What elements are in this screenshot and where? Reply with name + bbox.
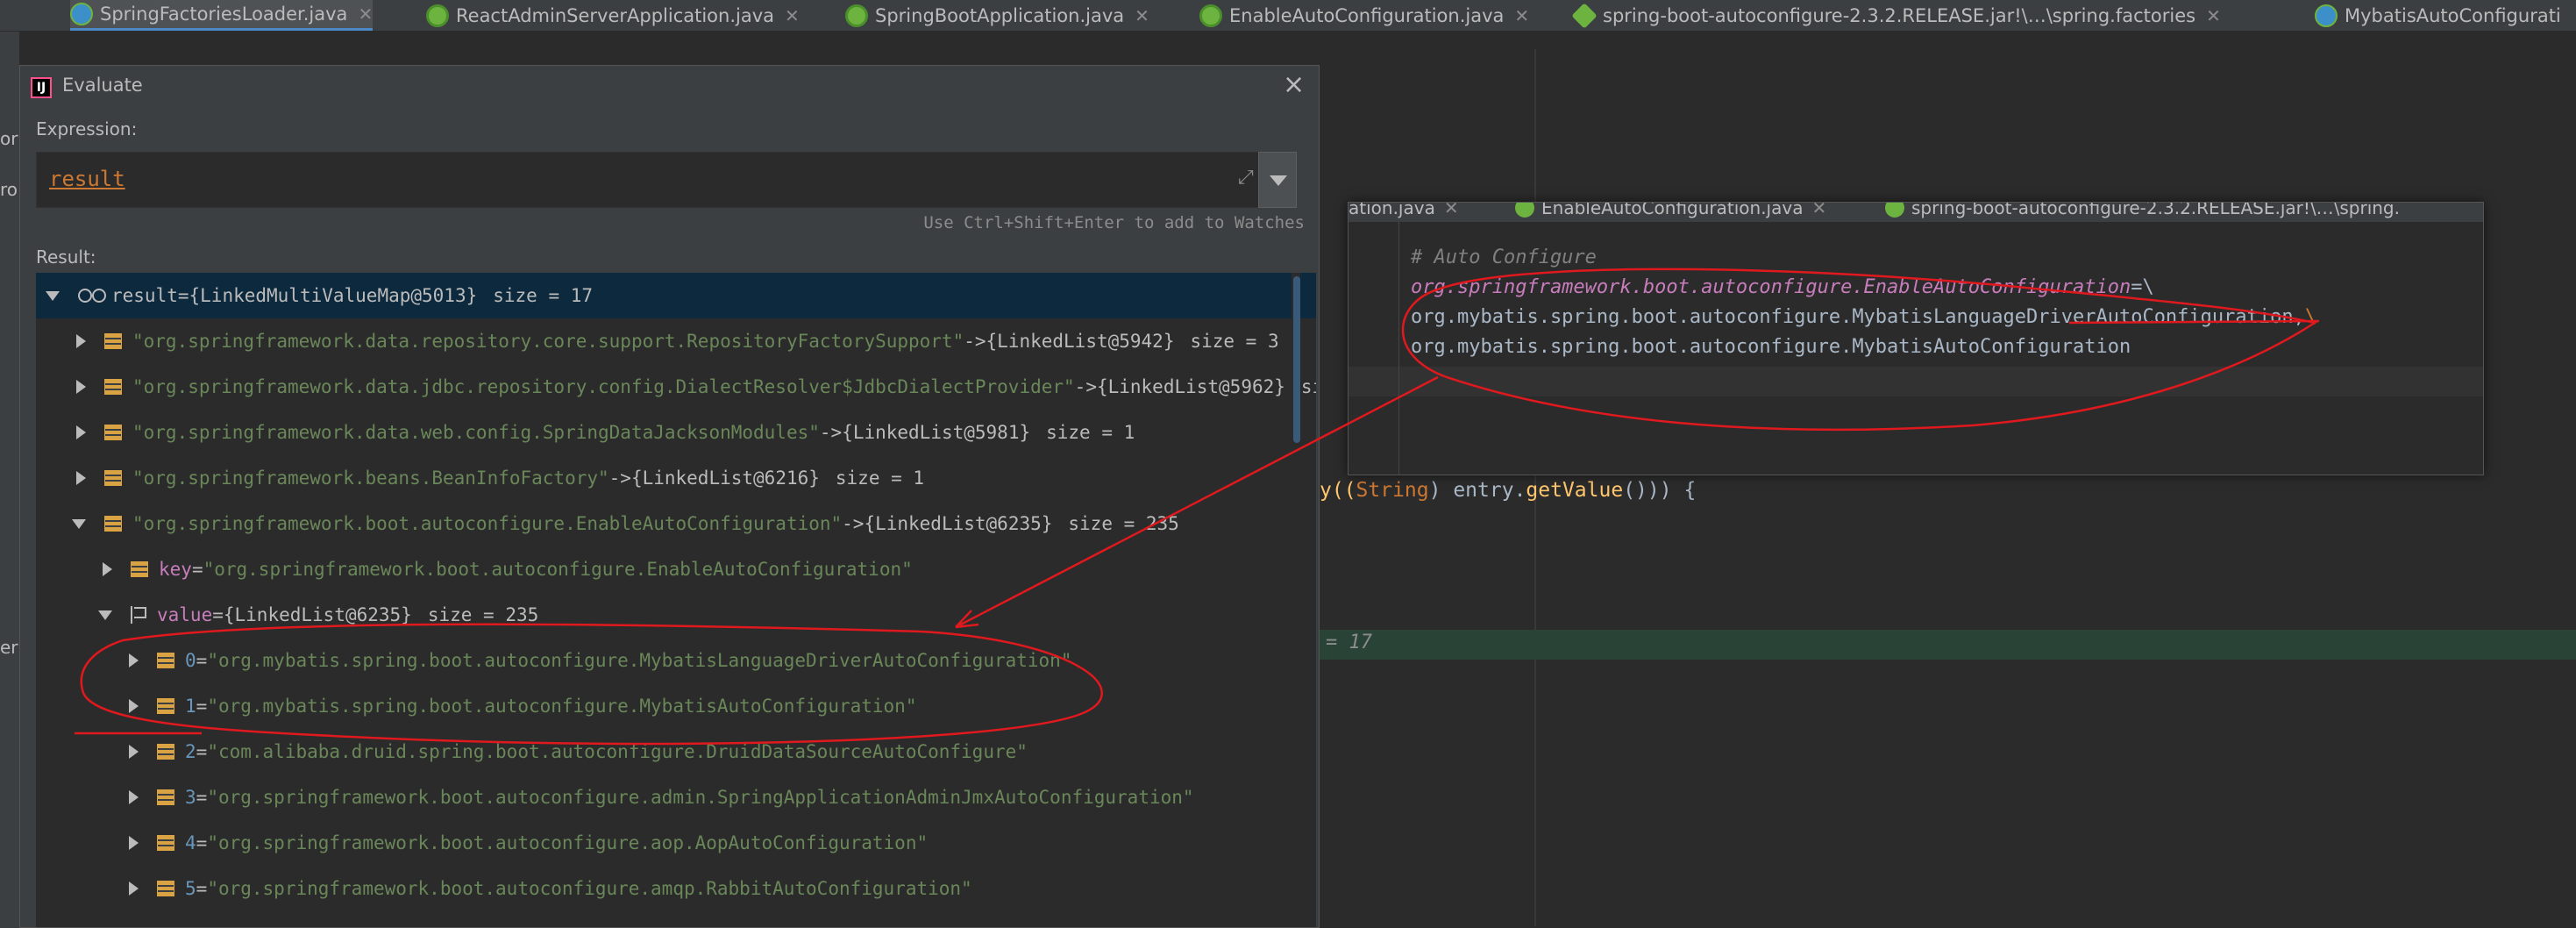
list-item[interactable]: 4 = "org.springframework.boot.autoconfig… (36, 820, 1316, 866)
expand-arrow-icon[interactable] (71, 378, 89, 396)
dialog-title: Evaluate (62, 75, 143, 96)
spring-boot-icon (426, 4, 449, 27)
editor-tab-bar: SpringFactoriesLoader.java ✕ ReactAdminS… (0, 0, 2576, 32)
expand-arrow-icon[interactable] (124, 743, 141, 760)
expand-arrow-icon[interactable] (71, 424, 89, 441)
jar-icon (1885, 203, 1904, 218)
tab-spring-boot-application[interactable]: SpringBootApplication.java ✕ (845, 0, 1149, 31)
strip-label: ro (0, 179, 18, 200)
spring-boot-icon (1199, 4, 1222, 27)
current-line-highlight (1348, 367, 2483, 396)
expression-input[interactable]: result ⤢ (36, 152, 1276, 208)
expand-arrow-icon[interactable] (71, 515, 89, 532)
strip-label: er (0, 637, 18, 658)
history-dropdown-button[interactable] (1258, 152, 1297, 208)
close-icon[interactable]: ✕ (785, 5, 800, 26)
inline-debug-value: = 17 (1326, 632, 1372, 653)
flag-icon (131, 606, 146, 624)
field-icon (104, 333, 122, 349)
list-item[interactable]: 2 = "com.alibaba.druid.spring.boot.autoc… (36, 729, 1316, 775)
expression-text[interactable]: result (49, 167, 125, 191)
tab-react-admin-server-application[interactable]: ReactAdminServerApplication.java ✕ (426, 0, 800, 31)
gutter-line (1398, 222, 1399, 475)
spring-boot-icon (1515, 203, 1534, 218)
expand-arrow-icon[interactable] (124, 789, 141, 806)
execution-point-line (1320, 630, 2576, 660)
jar-icon (1571, 3, 1598, 29)
field-icon (157, 881, 174, 896)
result-tree[interactable]: result = {LinkedMultiValueMap@5013} size … (36, 273, 1316, 927)
tree-row[interactable]: "org.springframework.data.jdbc.repositor… (36, 364, 1316, 410)
class-icon (70, 3, 93, 25)
dialog-title-bar[interactable]: IJ Evaluate × (20, 66, 1319, 110)
tab-enable-auto-configuration[interactable]: EnableAutoConfiguration.java ✕ (1199, 0, 1529, 31)
expression-label: Expression: (36, 118, 138, 139)
preview-tab: EnableAutoConfiguration.java ✕ (1515, 203, 1826, 218)
tree-scrollbar-thumb[interactable] (1293, 276, 1300, 443)
left-tool-strip: or ro er (0, 32, 19, 928)
tree-row-enable-auto-configuration[interactable]: "org.springframework.boot.autoconfigure.… (36, 501, 1316, 546)
code-line: y((String) entry.getValue())) { (1320, 479, 1697, 502)
close-icon: ✕ (1443, 203, 1459, 218)
list-item[interactable]: 0 = "org.mybatis.spring.boot.autoconfigu… (36, 638, 1316, 683)
result-label: Result: (36, 246, 96, 268)
close-icon[interactable]: ✕ (1135, 5, 1149, 26)
tab-spring-factories-loader[interactable]: SpringFactoriesLoader.java ✕ (70, 0, 374, 31)
expand-arrow-icon[interactable] (97, 606, 115, 624)
field-icon (104, 425, 122, 440)
spring-boot-icon (845, 4, 868, 27)
close-icon: ✕ (1811, 203, 1827, 218)
close-button[interactable]: × (1283, 69, 1305, 100)
tree-row-value[interactable]: value = {LinkedList@6235} size = 235 (36, 592, 1316, 638)
tree-row-result[interactable]: result = {LinkedMultiValueMap@5013} size … (36, 273, 1316, 318)
field-icon (104, 470, 122, 486)
field-icon (131, 561, 148, 577)
tree-row[interactable]: "org.springframework.data.web.config.Spr… (36, 410, 1316, 455)
tree-row[interactable]: "org.springframework.data.repository.cor… (36, 318, 1316, 364)
preview-value-line: org.mybatis.spring.boot.autoconfigure.My… (1411, 306, 2317, 328)
expand-arrow-icon[interactable] (124, 834, 141, 852)
expand-arrow-icon[interactable] (124, 880, 141, 897)
spring-factories-preview: ation.java ✕ EnableAutoConfiguration.java… (1348, 202, 2484, 475)
preview-value-line: org.mybatis.spring.boot.autoconfigure.My… (1411, 336, 2131, 358)
tab-spring-factories[interactable]: spring-boot-autoconfigure-2.3.2.RELEASE.… (1571, 0, 2221, 31)
field-icon (157, 698, 174, 714)
list-item[interactable]: 5 = "org.springframework.boot.autoconfig… (36, 866, 1316, 911)
expand-arrow-icon[interactable] (45, 287, 62, 304)
list-item[interactable]: 1 = "org.mybatis.spring.boot.autoconfigu… (36, 683, 1316, 729)
close-icon[interactable]: ✕ (1514, 5, 1529, 26)
strip-label: or (0, 128, 18, 149)
evaluate-dialog: IJ Evaluate × Expression: result ⤢ Use C… (19, 65, 1320, 928)
preview-tab: spring-boot-autoconfigure-2.3.2.RELEASE.… (1885, 203, 2400, 218)
intellij-logo-icon: IJ (31, 77, 52, 98)
field-icon (104, 516, 122, 532)
list-item[interactable]: 3 = "org.springframework.boot.autoconfig… (36, 775, 1316, 820)
preview-key-line: org.springframework.boot.autoconfigure.E… (1411, 276, 2154, 298)
tree-row[interactable]: "org.springframework.beans.BeanInfoFacto… (36, 455, 1316, 501)
watch-hint: Use Ctrl+Shift+Enter to add to Watches (923, 213, 1305, 232)
expand-arrow-icon[interactable] (124, 697, 141, 715)
field-icon (157, 789, 174, 805)
tree-row-key[interactable]: key = "org.springframework.boot.autoconf… (36, 546, 1316, 592)
preview-tab-bar: ation.java ✕ EnableAutoConfiguration.java… (1348, 203, 2483, 222)
field-icon (157, 835, 174, 851)
field-icon (104, 379, 122, 395)
expand-arrow-icon[interactable] (71, 469, 89, 487)
class-icon (2315, 4, 2338, 27)
field-icon (157, 744, 174, 760)
preview-comment: # Auto Configure (1411, 246, 1597, 268)
close-icon[interactable]: ✕ (2206, 5, 2221, 26)
expand-arrow-icon[interactable] (71, 332, 89, 350)
close-icon[interactable]: ✕ (358, 4, 373, 25)
expand-arrow-icon[interactable] (97, 560, 115, 578)
expand-arrow-icon[interactable] (124, 652, 141, 669)
preview-tab: ation.java ✕ (1348, 203, 1459, 218)
field-icon (157, 653, 174, 668)
tab-mybatis-auto-configuration[interactable]: MybatisAutoConfigurati (2315, 0, 2561, 31)
watch-icon (78, 289, 106, 303)
